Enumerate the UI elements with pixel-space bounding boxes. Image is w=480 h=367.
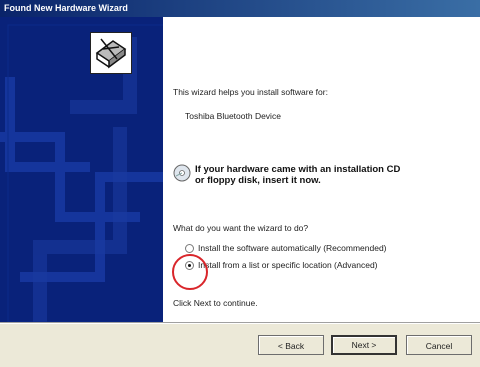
continue-hint: Click Next to continue.	[173, 298, 258, 308]
question-text: What do you want the wizard to do?	[173, 223, 309, 233]
wizard-window: Found New Hardware Wizard This wizard he…	[0, 0, 480, 367]
option-auto[interactable]: Install the software automatically (Reco…	[185, 243, 465, 255]
radio-auto[interactable]	[185, 244, 194, 253]
option-advanced[interactable]: Install from a list or specific location…	[185, 260, 465, 272]
back-button[interactable]: < Back	[258, 335, 324, 355]
option-auto-label: Install the software automatically (Reco…	[198, 243, 387, 253]
wizard-content: This wizard helps you install software f…	[163, 17, 480, 322]
title-bar: Found New Hardware Wizard	[0, 0, 480, 17]
highlight-circle	[172, 254, 208, 290]
hardware-wizard-icon	[90, 32, 132, 74]
banner-graphic	[0, 17, 163, 322]
separator	[0, 322, 480, 324]
option-advanced-label: Install from a list or specific location…	[198, 260, 378, 270]
cancel-button[interactable]: Cancel	[406, 335, 472, 355]
wizard-side-banner	[0, 17, 163, 322]
cd-hint-line1: If your hardware came with an installati…	[195, 164, 401, 175]
device-name: Toshiba Bluetooth Device	[185, 111, 281, 121]
intro-text: This wizard helps you install software f…	[173, 87, 328, 97]
next-button[interactable]: Next >	[331, 335, 397, 355]
cd-hint-line2: or floppy disk, insert it now.	[195, 175, 321, 186]
cd-icon	[173, 164, 191, 182]
